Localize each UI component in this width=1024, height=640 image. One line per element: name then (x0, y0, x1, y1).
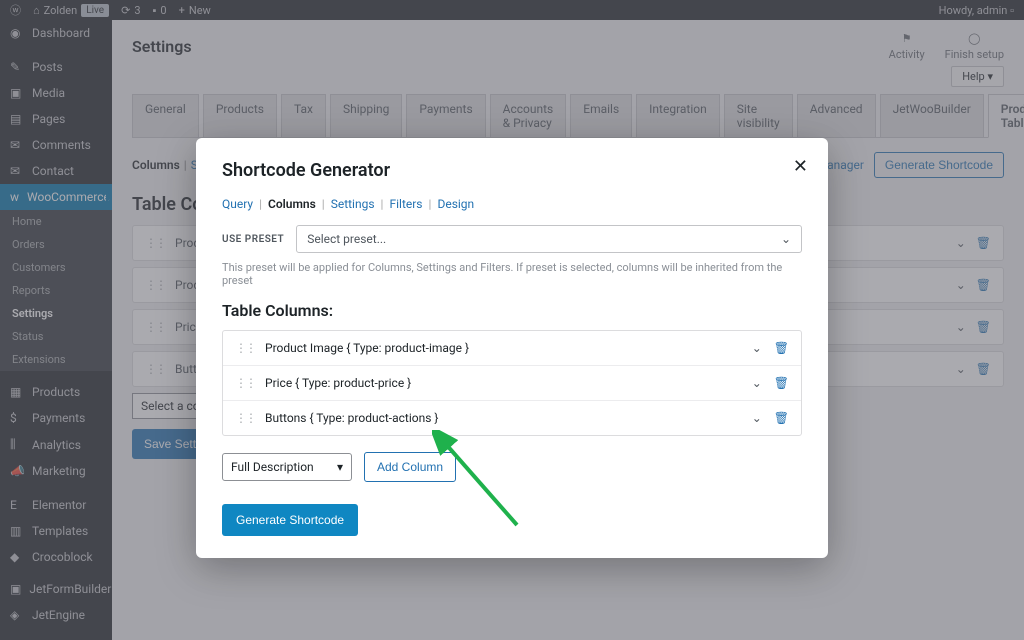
chevron-down-icon: ⌄ (781, 232, 791, 246)
modal-title: Shortcode Generator (222, 160, 802, 181)
trash-icon[interactable]: 🗑 (774, 376, 789, 390)
modal-section-title: Table Columns: (222, 301, 802, 320)
modal-column-row[interactable]: ⋮⋮Buttons { Type: product-actions } ⌄🗑 (223, 401, 801, 435)
drag-handle-icon[interactable]: ⋮⋮ (235, 376, 255, 390)
chevron-down-icon: ▾ (337, 460, 343, 474)
chevron-down-icon[interactable]: ⌄ (752, 376, 762, 390)
preset-select[interactable]: Select preset...⌄ (296, 225, 802, 253)
modal-column-list: ⋮⋮Product Image { Type: product-image } … (222, 330, 802, 436)
modal-column-row[interactable]: ⋮⋮Product Image { Type: product-image } … (223, 331, 801, 366)
chevron-down-icon[interactable]: ⌄ (752, 341, 762, 355)
shortcode-generator-modal: ✕ Shortcode Generator Query| Columns| Se… (196, 138, 828, 558)
modal-column-row[interactable]: ⋮⋮Price { Type: product-price } ⌄🗑 (223, 366, 801, 401)
modal-tab-design[interactable]: Design (437, 197, 474, 211)
preset-hint: This preset will be applied for Columns,… (222, 261, 802, 287)
modal-tabs: Query| Columns| Settings| Filters| Desig… (222, 197, 802, 211)
trash-icon[interactable]: 🗑 (774, 341, 789, 355)
chevron-down-icon[interactable]: ⌄ (752, 411, 762, 425)
drag-handle-icon[interactable]: ⋮⋮ (235, 341, 255, 355)
drag-handle-icon[interactable]: ⋮⋮ (235, 411, 255, 425)
modal-tab-filters[interactable]: Filters (389, 197, 422, 211)
add-column-button[interactable]: Add Column (364, 452, 456, 482)
trash-icon[interactable]: 🗑 (774, 411, 789, 425)
modal-tab-settings[interactable]: Settings (331, 197, 375, 211)
generate-shortcode-button[interactable]: Generate Shortcode (222, 504, 358, 536)
column-type-select[interactable]: Full Description▾ (222, 453, 352, 481)
use-preset-label: USE PRESET (222, 234, 284, 245)
modal-tab-columns[interactable]: Columns (268, 197, 316, 211)
modal-tab-query[interactable]: Query (222, 197, 253, 211)
close-icon[interactable]: ✕ (793, 156, 808, 177)
